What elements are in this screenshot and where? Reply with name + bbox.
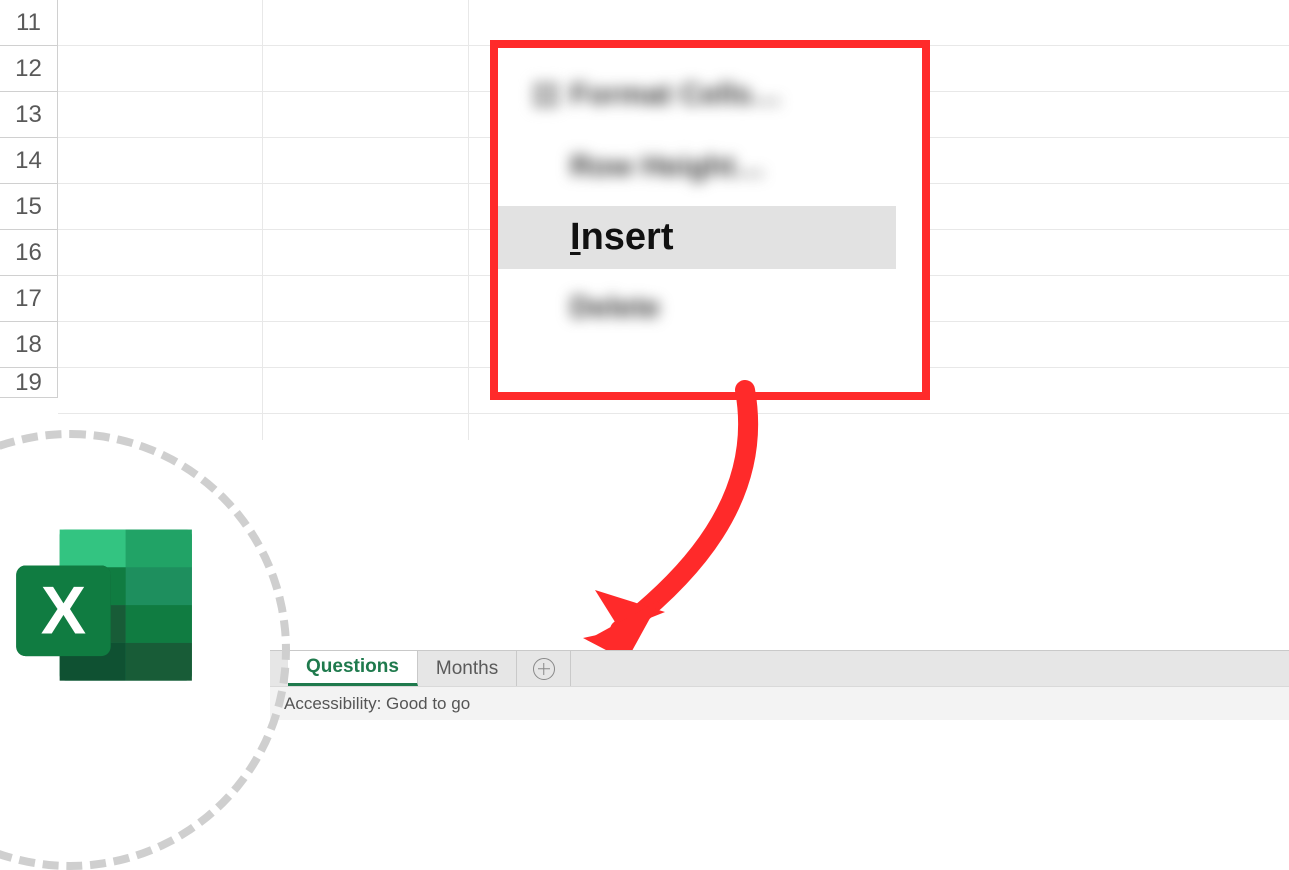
svg-text:X: X [41, 572, 86, 648]
menu-label: Format Cells… [570, 78, 782, 112]
sheet-tab-questions[interactable]: Questions [288, 651, 418, 686]
row-header[interactable]: 13 [0, 92, 58, 138]
row-header[interactable]: 16 [0, 230, 58, 276]
menu-label: Delete [570, 291, 660, 325]
row-header[interactable]: 19 [0, 368, 58, 398]
annotation-context-menu-box: Format Cells… Row Height… Insert Delete [490, 40, 930, 400]
row-header[interactable]: 18 [0, 322, 58, 368]
annotation-arrow-icon [565, 380, 805, 660]
menu-item-row-height[interactable]: Row Height… [498, 142, 922, 192]
menu-label: Row Height… [570, 150, 765, 184]
tab-label: Questions [306, 656, 399, 678]
row-header[interactable]: 15 [0, 184, 58, 230]
status-bar: Accessibility: Good to go [270, 686, 1289, 720]
row-header-gutter: 11 12 13 14 15 16 17 18 19 [0, 0, 58, 398]
plus-icon [533, 658, 555, 680]
sheet-tab-strip: Questions Months [270, 650, 1289, 686]
menu-item-format-cells[interactable]: Format Cells… [498, 70, 922, 120]
sheet-tab-months[interactable]: Months [418, 651, 517, 686]
excel-logo-icon: X [10, 522, 200, 692]
row-header[interactable]: 17 [0, 276, 58, 322]
spreadsheet-canvas[interactable]: 11 12 13 14 15 16 17 18 19 Format Cells…… [0, 0, 1289, 720]
new-sheet-button[interactable] [517, 651, 571, 686]
row-header[interactable]: 12 [0, 46, 58, 92]
accessibility-status: Accessibility: Good to go [284, 694, 470, 714]
menu-label: Insert [570, 216, 673, 259]
row-header[interactable]: 14 [0, 138, 58, 184]
row-header[interactable]: 11 [0, 0, 58, 46]
menu-item-insert[interactable]: Insert [498, 206, 896, 269]
tab-label: Months [436, 658, 498, 680]
menu-item-delete[interactable]: Delete [498, 283, 922, 333]
